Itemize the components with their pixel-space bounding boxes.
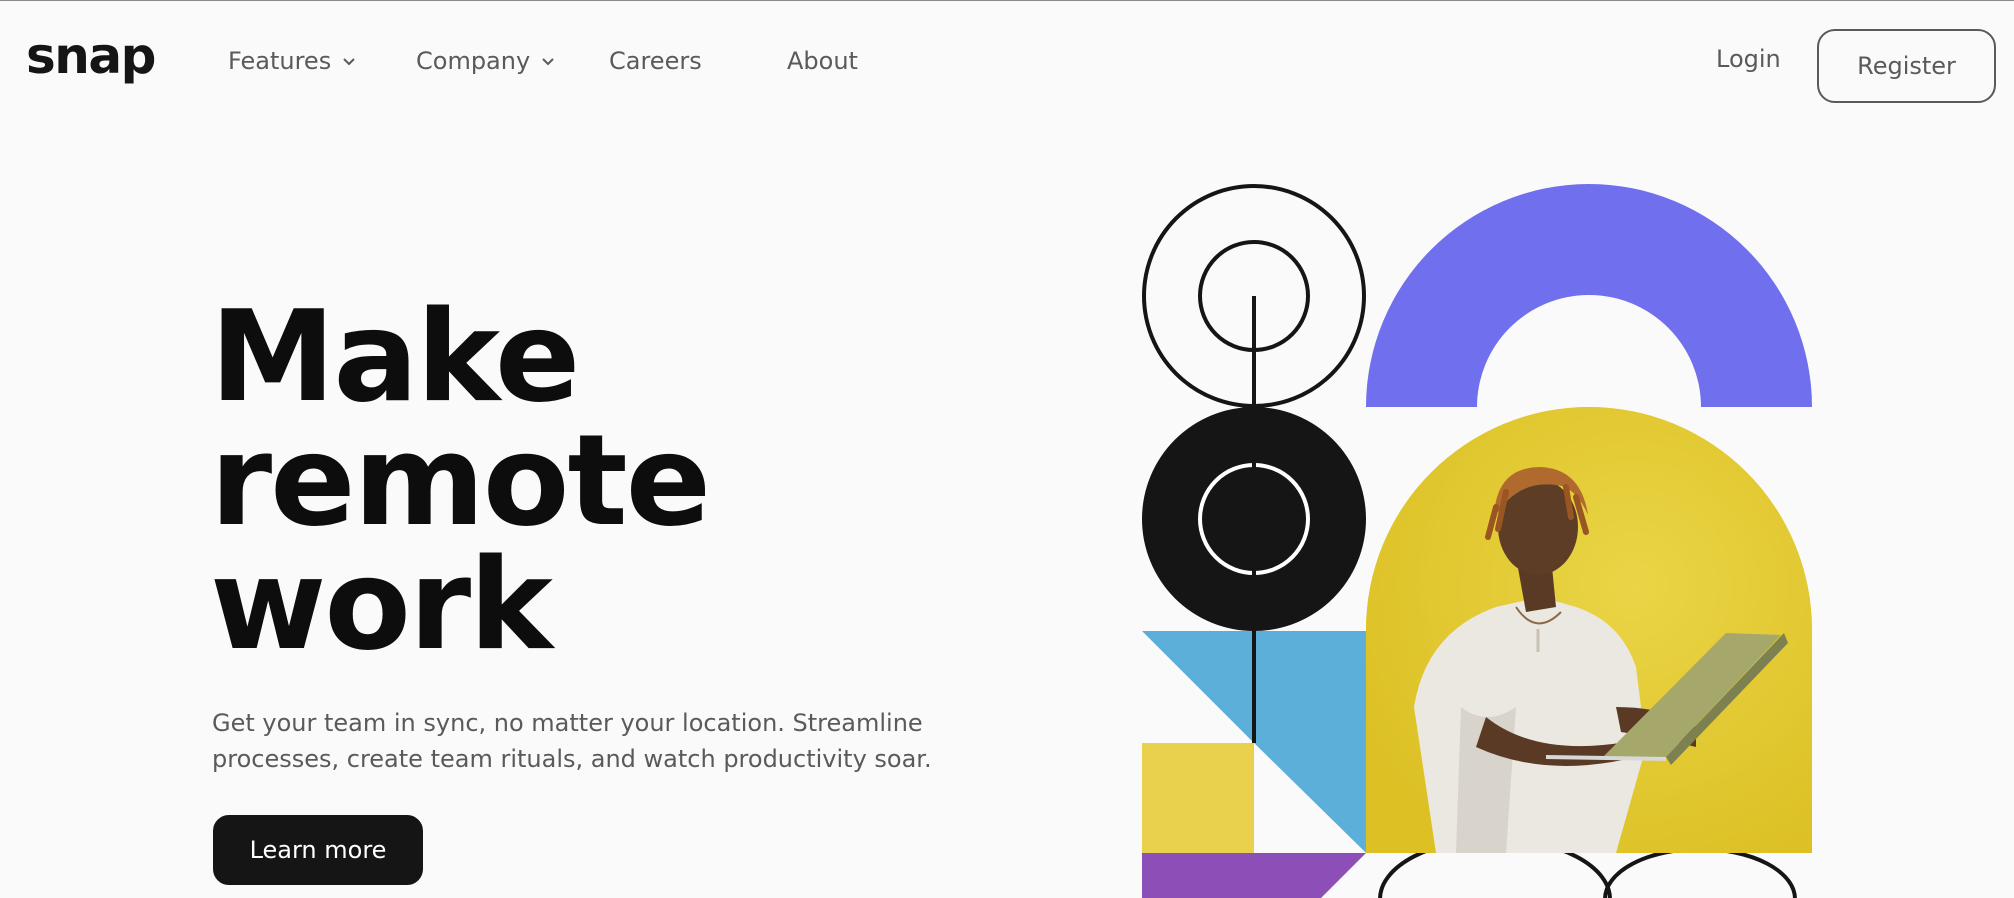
nav-features-label: Features <box>228 47 332 75</box>
violet-strip-shape <box>1142 853 1366 898</box>
nav-company-label: Company <box>416 47 531 75</box>
nav-about-label: About <box>787 47 858 75</box>
login-link[interactable]: Login <box>1716 47 1781 71</box>
chevron-down-icon <box>542 58 554 66</box>
hero-title-line: Make <box>210 283 580 430</box>
hero-title: Make remote work <box>210 283 711 678</box>
blue-triangle-shape <box>1142 631 1254 743</box>
nav-company[interactable]: Company <box>416 49 556 73</box>
register-button[interactable]: Register <box>1817 29 1996 103</box>
purple-arch-shape <box>1366 184 1812 407</box>
chevron-down-icon <box>343 58 355 66</box>
nav-careers[interactable]: Careers <box>609 49 702 73</box>
learn-more-button[interactable]: Learn more <box>213 815 423 885</box>
nav-features[interactable]: Features <box>228 49 357 73</box>
bottom-arc-shape <box>1603 847 1797 898</box>
person-with-laptop-image <box>1366 407 1812 853</box>
nav-about[interactable]: About <box>787 49 858 73</box>
hero-photo <box>1366 407 1812 853</box>
hero-title-line: remote <box>210 407 711 554</box>
nav-careers-label: Careers <box>609 47 702 75</box>
hero-title-line: work <box>210 531 553 678</box>
logo[interactable]: snap <box>26 31 156 81</box>
yellow-square-shape <box>1142 743 1254 853</box>
hero-description: Get your team in sync, no matter your lo… <box>212 709 932 773</box>
